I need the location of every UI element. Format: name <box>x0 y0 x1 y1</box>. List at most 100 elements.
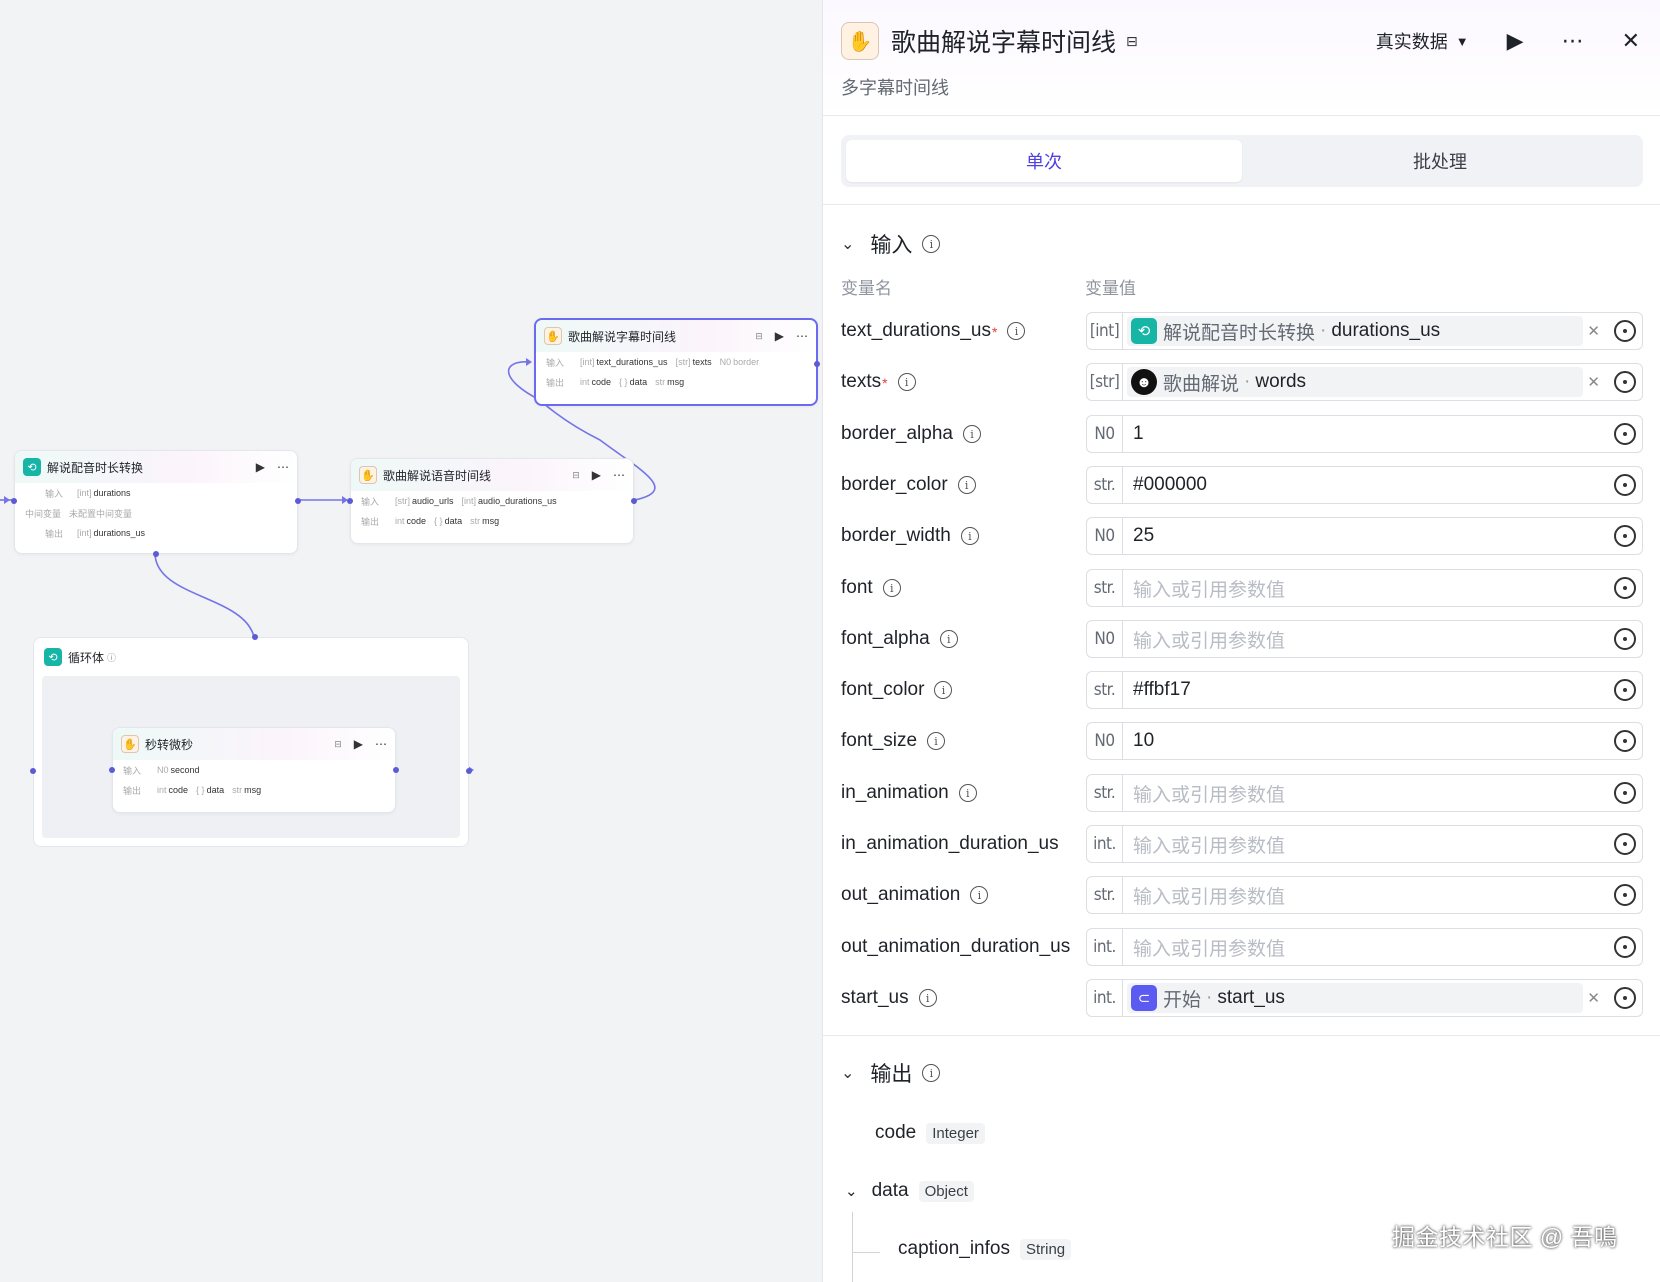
param-row-border-width: border_width i N0 25 <box>841 517 1643 555</box>
input-port[interactable] <box>109 767 115 773</box>
column-header-name: 变量名 <box>841 279 892 298</box>
run-node-icon[interactable]: ▶ <box>256 460 265 474</box>
variable-picker-icon[interactable] <box>1614 371 1636 393</box>
param-value-field[interactable]: N0 输入或引用参数值 <box>1086 620 1643 658</box>
param-row-font-color: font_color i str. #ffbf17 <box>841 671 1643 709</box>
clear-icon[interactable]: ✕ <box>1587 989 1600 1007</box>
node-inputs-row: 输入 [int] text_durations_us [str] texts N0 b… <box>546 357 760 368</box>
type-badge: str. <box>1087 467 1123 503</box>
param-value-field[interactable]: [int] ⟲ 解说配音时长转换 · durations_us ✕ <box>1086 312 1643 350</box>
clear-icon[interactable]: ✕ <box>1587 322 1600 340</box>
param-input[interactable]: 输入或引用参数值 <box>1123 780 1614 807</box>
variable-picker-icon[interactable] <box>1614 936 1636 958</box>
info-icon: i <box>1007 322 1026 340</box>
node-subtitle-timeline[interactable]: ✋ 歌曲解说字幕时间线 ⊟ ▶ ⋯ 输入 [int] text_durations… <box>534 318 820 406</box>
info-icon: i <box>962 425 981 443</box>
param-input[interactable]: 输入或引用参数值 <box>1123 831 1614 858</box>
more-icon[interactable]: ⋯ <box>613 468 625 482</box>
variable-reference[interactable]: ⟲ 解说配音时长转换 · durations_us <box>1127 316 1584 346</box>
variable-picker-icon[interactable] <box>1614 525 1636 547</box>
param-value-field[interactable]: N0 25 <box>1086 517 1643 555</box>
param-input[interactable]: 输入或引用参数值 <box>1123 626 1614 653</box>
variable-picker-icon[interactable] <box>1614 833 1636 855</box>
input-port[interactable] <box>11 498 17 504</box>
param-name: font_size i <box>841 730 1081 752</box>
type-badge: N0 <box>1087 723 1123 759</box>
more-icon[interactable]: ⋯ <box>1562 28 1584 54</box>
type-badge: int. <box>1087 929 1123 965</box>
param-value-field[interactable]: str. 输入或引用参数值 <box>1086 774 1643 812</box>
lock-icon: ⊟ <box>755 330 763 341</box>
variable-reference[interactable]: ☻ 歌曲解说 · words <box>1127 367 1584 397</box>
param-value-field[interactable]: str. #000000 <box>1086 466 1643 504</box>
close-icon[interactable]: ✕ <box>1622 28 1640 54</box>
param-input[interactable]: #000000 <box>1123 474 1614 496</box>
output-section-header[interactable]: ⌄ 输出 i <box>841 1058 941 1088</box>
more-icon[interactable]: ⋯ <box>375 737 387 751</box>
param-value-field[interactable]: int. 输入或引用参数值 <box>1086 928 1643 966</box>
lock-icon: ⊟ <box>1126 32 1138 49</box>
param-value-field[interactable]: N0 1 <box>1086 415 1643 453</box>
more-icon[interactable]: ⋯ <box>796 329 808 343</box>
data-mode-dropdown[interactable]: 真实数据 ▼ <box>1376 28 1469 54</box>
input-port[interactable] <box>347 498 353 504</box>
loop-port[interactable] <box>153 551 159 557</box>
param-value-field[interactable]: str. #ffbf17 <box>1086 671 1643 709</box>
info-icon: i <box>960 527 979 545</box>
variable-picker-icon[interactable] <box>1614 679 1636 701</box>
variable-picker-icon[interactable] <box>1614 782 1636 804</box>
output-port[interactable] <box>466 768 472 774</box>
param-value-field[interactable]: [str] ☻ 歌曲解说 · words ✕ <box>1086 363 1643 401</box>
more-icon[interactable]: ⋯ <box>277 460 289 474</box>
type-badge: str. <box>1087 775 1123 811</box>
output-port[interactable] <box>814 361 820 367</box>
variable-picker-icon[interactable] <box>1614 423 1636 445</box>
run-node-icon[interactable]: ▶ <box>775 329 784 343</box>
type-badge: N0 <box>1087 518 1123 554</box>
param-input[interactable]: #ffbf17 <box>1123 679 1614 701</box>
param-input[interactable]: 输入或引用参数值 <box>1123 934 1614 961</box>
param-input[interactable]: 输入或引用参数值 <box>1123 575 1614 602</box>
param-value-field[interactable]: str. 输入或引用参数值 <box>1086 876 1643 914</box>
workflow-canvas[interactable]: ✋ 歌曲解说字幕时间线 ⊟ ▶ ⋯ 输入 [int] text_durations… <box>0 0 822 1282</box>
variable-picker-icon[interactable] <box>1614 987 1636 1009</box>
param-value-field[interactable]: N0 10 <box>1086 722 1643 760</box>
variable-picker-icon[interactable] <box>1614 474 1636 496</box>
run-node-icon[interactable]: ▶ <box>592 468 601 482</box>
loop-top-port[interactable] <box>252 634 258 640</box>
panel-subtitle: 多字幕时间线 <box>841 78 949 98</box>
output-port[interactable] <box>631 498 637 504</box>
param-value-field[interactable]: str. 输入或引用参数值 <box>1086 569 1643 607</box>
input-port[interactable] <box>30 768 36 774</box>
output-data[interactable]: ⌄ data Object <box>845 1180 974 1202</box>
node-voice-timeline[interactable]: ✋ 歌曲解说语音时间线 ⊟ ▶ ⋯ 输入 [str] audio_urls [in… <box>347 458 637 544</box>
variable-picker-icon[interactable] <box>1614 320 1636 342</box>
output-port[interactable] <box>393 767 399 773</box>
clear-icon[interactable]: ✕ <box>1587 373 1600 391</box>
param-input[interactable]: 1 <box>1123 423 1614 445</box>
param-value-field[interactable]: int. 输入或引用参数值 <box>1086 825 1643 863</box>
param-input[interactable]: 25 <box>1123 525 1614 547</box>
info-icon: i <box>882 579 901 597</box>
param-input[interactable]: 输入或引用参数值 <box>1123 882 1614 909</box>
node-second-to-microsecond[interactable]: ✋ 秒转微秒 ⊟ ▶ ⋯ 输入 N0 second 输出 int code { } d… <box>109 727 399 813</box>
param-row-border-color: border_color i str. #000000 <box>841 466 1643 504</box>
tab-single[interactable]: 单次 <box>846 140 1242 182</box>
run-icon[interactable]: ▶ <box>1507 28 1524 54</box>
variable-reference[interactable]: ⊂ 开始 · start_us <box>1127 983 1584 1013</box>
param-name: text_durations_us * i <box>841 320 1081 342</box>
variable-picker-icon[interactable] <box>1614 884 1636 906</box>
run-node-icon[interactable]: ▶ <box>354 737 363 751</box>
variable-picker-icon[interactable] <box>1614 730 1636 752</box>
input-section-header[interactable]: ⌄ 输入 i <box>841 229 941 259</box>
tab-batch[interactable]: 批处理 <box>1242 140 1638 182</box>
variable-picker-icon[interactable] <box>1614 628 1636 650</box>
param-input[interactable]: 10 <box>1123 730 1614 752</box>
param-value-field[interactable]: int. ⊂ 开始 · start_us ✕ <box>1086 979 1643 1017</box>
variable-picker-icon[interactable] <box>1614 577 1636 599</box>
watermark: 掘金技术社区 @ 吾鳴 <box>1392 1224 1618 1250</box>
param-name: border_width i <box>841 525 1081 547</box>
node-duration-convert[interactable]: ⟲ 解说配音时长转换 ▶ ⋯ 输入 [int] durations 中间变量 未配… <box>11 450 301 557</box>
output-port[interactable] <box>295 498 301 504</box>
param-name: font_alpha i <box>841 628 1081 650</box>
